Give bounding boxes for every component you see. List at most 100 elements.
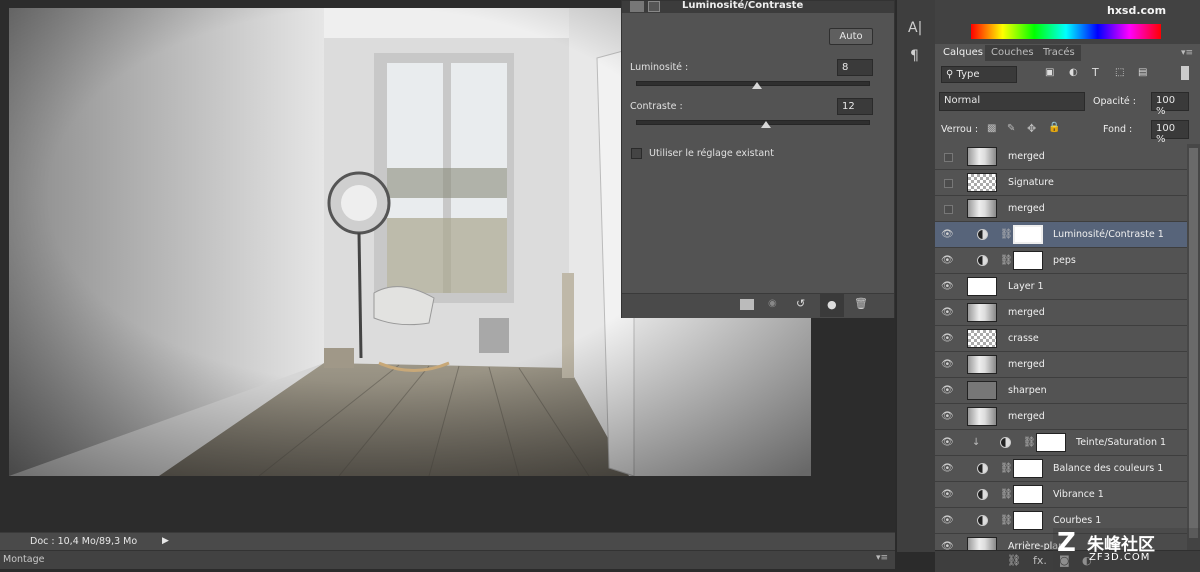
layer-row[interactable]: 👁 merged: [935, 300, 1187, 326]
visibility-toggle[interactable]: [944, 153, 953, 162]
layer-name[interactable]: Teinte/Saturation 1: [1076, 437, 1166, 448]
filter-adjust-icon[interactable]: ◐: [1069, 67, 1078, 78]
lock-move-icon[interactable]: ✥: [1027, 122, 1036, 135]
layer-name[interactable]: merged: [1008, 203, 1045, 214]
layer-mask-thumbnail[interactable]: [1013, 511, 1043, 530]
layer-name[interactable]: peps: [1053, 255, 1076, 266]
paragraph-panel-icon[interactable]: ¶: [910, 48, 919, 64]
mask-link-icon[interactable]: ⛓: [1000, 229, 1013, 240]
play-icon[interactable]: ▶: [162, 536, 169, 546]
layer-thumbnail[interactable]: [967, 407, 997, 426]
layer-name[interactable]: sharpen: [1008, 385, 1047, 396]
layer-name[interactable]: Layer 1: [1008, 281, 1044, 292]
layer-name[interactable]: Vibrance 1: [1053, 489, 1104, 500]
fill-input[interactable]: 100 %: [1151, 120, 1189, 145]
visibility-toggle[interactable]: [944, 179, 953, 188]
layer-thumbnail[interactable]: [967, 303, 997, 322]
eye-icon[interactable]: 👁: [941, 541, 954, 550]
contraste-input[interactable]: 12: [837, 98, 873, 115]
mask-icon[interactable]: [648, 1, 660, 12]
eye-icon[interactable]: 👁: [941, 255, 954, 267]
mask-link-icon[interactable]: ⛓: [1000, 255, 1013, 266]
filter-type-icon[interactable]: T: [1092, 66, 1099, 79]
auto-button[interactable]: Auto: [829, 28, 873, 45]
layer-thumbnail[interactable]: [967, 199, 997, 218]
contraste-slider[interactable]: [636, 120, 870, 125]
layer-name[interactable]: Signature: [1008, 177, 1054, 188]
view-previous-icon[interactable]: ◉: [768, 298, 777, 309]
layer-mask-thumbnail[interactable]: [1036, 433, 1066, 452]
eye-icon[interactable]: 👁: [941, 515, 954, 527]
layer-thumbnail[interactable]: [967, 277, 997, 296]
luminosite-slider-thumb[interactable]: [751, 82, 762, 89]
layer-name[interactable]: crasse: [1008, 333, 1039, 344]
visibility-toggle[interactable]: [944, 205, 953, 214]
mask-link-icon[interactable]: ⛓: [1000, 489, 1013, 500]
filter-smart-icon[interactable]: ▤: [1138, 67, 1147, 78]
panel-menu-icon[interactable]: ▾≡: [876, 553, 888, 563]
color-spectrum[interactable]: [971, 24, 1161, 39]
opacity-input[interactable]: 100 %: [1151, 92, 1189, 117]
clip-to-layer-icon[interactable]: [740, 299, 754, 310]
layer-thumbnail[interactable]: [967, 329, 997, 348]
layer-row[interactable]: merged: [935, 196, 1187, 222]
panel-menu-icon[interactable]: ▾≡: [1181, 48, 1193, 58]
layer-row[interactable]: 👁 crasse: [935, 326, 1187, 352]
layer-thumbnail[interactable]: [967, 355, 997, 374]
character-panel-icon[interactable]: A|: [908, 20, 922, 36]
layer-name[interactable]: Balance des couleurs 1: [1053, 463, 1163, 474]
lock-all-icon[interactable]: 🔒: [1048, 122, 1060, 133]
eye-icon[interactable]: 👁: [941, 307, 954, 319]
layer-row[interactable]: 👁 Layer 1: [935, 274, 1187, 300]
eye-icon[interactable]: 👁: [941, 229, 954, 241]
tab-traces[interactable]: Tracés: [1037, 45, 1081, 61]
layer-row[interactable]: 👁 ⛓ Balance des couleurs 1: [935, 456, 1187, 482]
filter-image-icon[interactable]: ▣: [1045, 67, 1054, 78]
layer-row[interactable]: 👁 sharpen: [935, 378, 1187, 404]
layer-thumbnail[interactable]: [967, 173, 997, 192]
layer-name[interactable]: Courbes 1: [1053, 515, 1101, 526]
trash-icon[interactable]: 🗑: [854, 297, 868, 310]
layer-row[interactable]: 👁 merged: [935, 404, 1187, 430]
layer-name[interactable]: merged: [1008, 151, 1045, 162]
layer-row[interactable]: 👁 merged: [935, 352, 1187, 378]
lock-pixels-icon[interactable]: ▩: [987, 123, 996, 134]
tab-calques[interactable]: Calques: [937, 45, 989, 61]
blend-mode-select[interactable]: Normal: [939, 92, 1085, 111]
eye-icon[interactable]: 👁: [941, 411, 954, 423]
layer-name[interactable]: merged: [1008, 411, 1045, 422]
layer-row[interactable]: 👁 ⛓ peps: [935, 248, 1187, 274]
reset-icon[interactable]: ↺: [796, 297, 805, 310]
layer-row[interactable]: Signature: [935, 170, 1187, 196]
filter-toggle[interactable]: [1181, 66, 1189, 80]
layer-name[interactable]: Luminosité/Contraste 1: [1053, 229, 1164, 240]
layer-mask-thumbnail[interactable]: [1013, 251, 1043, 270]
layer-row[interactable]: 👁 ⛓ Luminosité/Contraste 1: [935, 222, 1187, 248]
eye-icon[interactable]: 👁: [941, 437, 954, 449]
contraste-slider-thumb[interactable]: [760, 121, 771, 128]
layer-row[interactable]: 👁 ⛓ Vibrance 1: [935, 482, 1187, 508]
layer-thumbnail[interactable]: [967, 381, 997, 400]
layer-name[interactable]: merged: [1008, 307, 1045, 318]
legacy-checkbox[interactable]: [631, 148, 642, 159]
mask-link-icon[interactable]: ⛓: [1000, 515, 1013, 526]
layer-filter-select[interactable]: ⚲ Type: [941, 66, 1017, 83]
eye-icon[interactable]: 👁: [941, 489, 954, 501]
layer-thumbnail[interactable]: [967, 147, 997, 166]
layer-mask-thumbnail[interactable]: [1013, 225, 1043, 244]
luminosite-input[interactable]: 8: [837, 59, 873, 76]
filter-shape-icon[interactable]: ⬚: [1115, 67, 1124, 78]
eye-icon[interactable]: 👁: [941, 333, 954, 345]
layer-row[interactable]: 👁 ↓ ⛓ Teinte/Saturation 1: [935, 430, 1187, 456]
layer-mask-thumbnail[interactable]: [1013, 485, 1043, 504]
layer-mask-thumbnail[interactable]: [1013, 459, 1043, 478]
layer-row[interactable]: merged: [935, 144, 1187, 170]
tab-couches[interactable]: Couches: [985, 45, 1040, 61]
mask-link-icon[interactable]: ⛓: [1023, 437, 1036, 448]
scrollbar-thumb[interactable]: [1189, 148, 1198, 538]
link-layers-icon[interactable]: ⛓: [1007, 554, 1021, 567]
lock-paint-icon[interactable]: ✎: [1007, 123, 1015, 134]
eye-icon[interactable]: 👁: [941, 385, 954, 397]
timeline-bar[interactable]: Montage ▾≡: [0, 550, 895, 569]
layer-style-icon[interactable]: fx.: [1033, 554, 1047, 567]
